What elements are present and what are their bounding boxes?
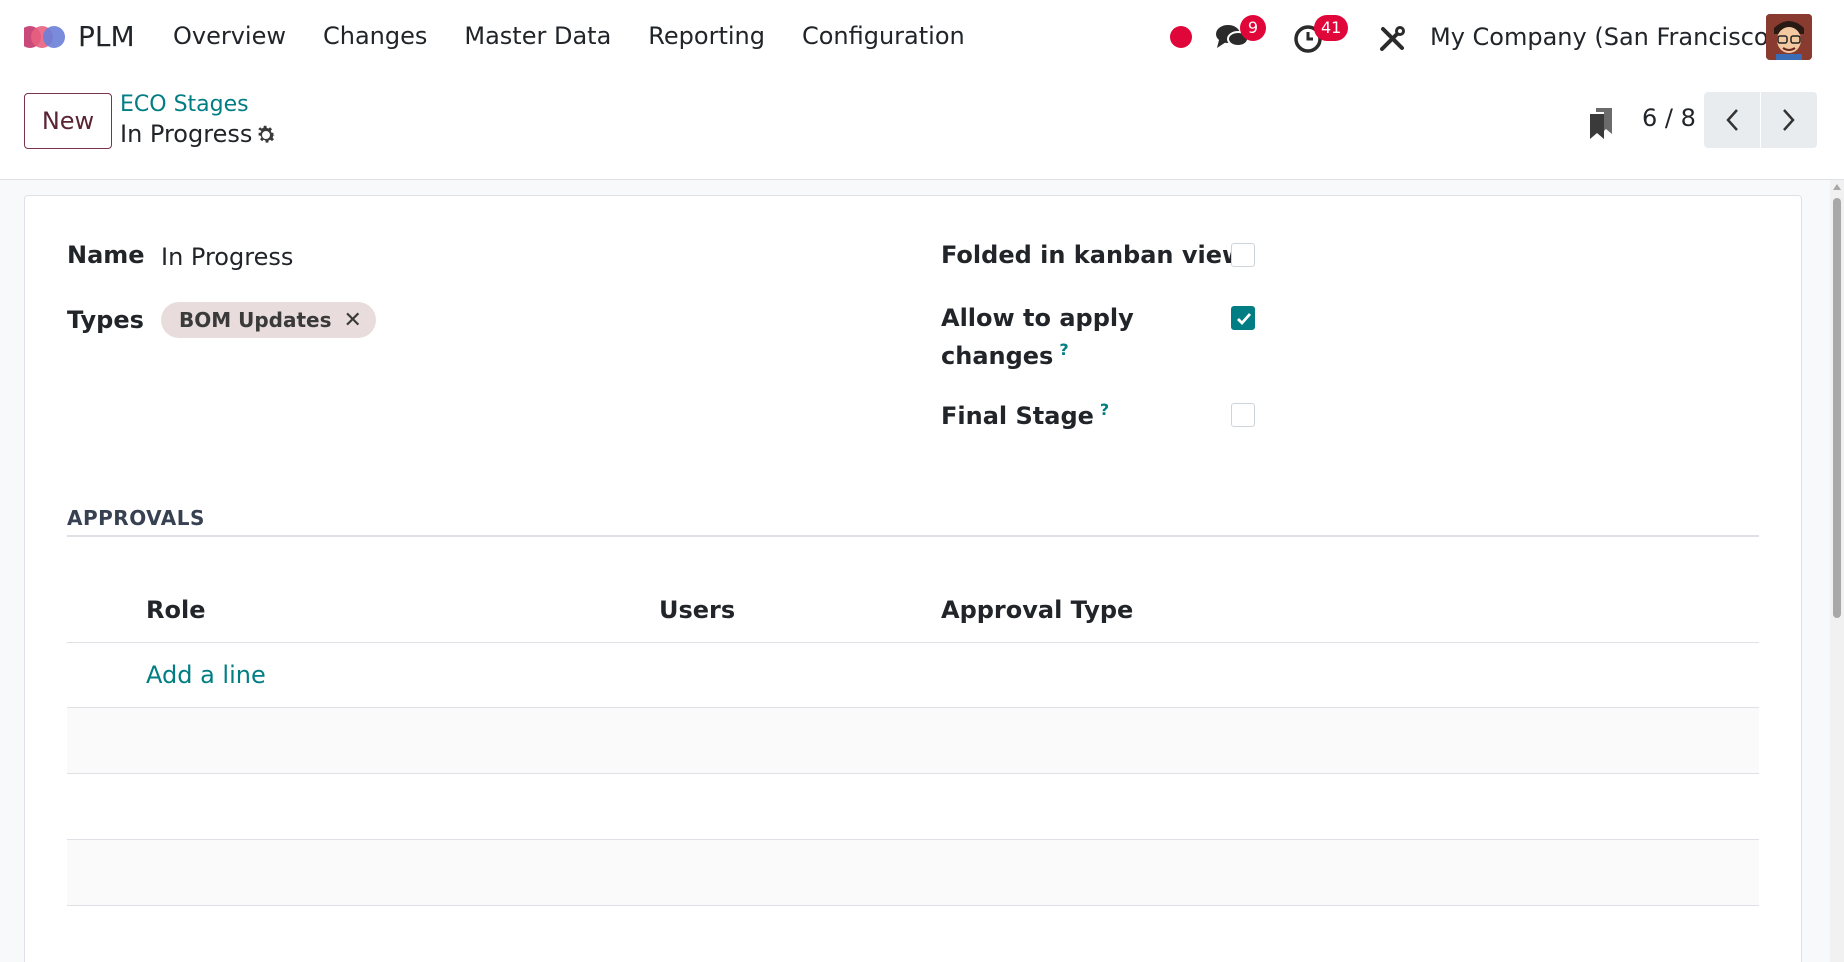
section-divider [67, 535, 1759, 537]
folded-checkbox[interactable] [1231, 243, 1255, 267]
messages-badge: 9 [1240, 15, 1266, 41]
allow-apply-label: Allow to apply [941, 304, 1134, 332]
empty-table-row [67, 708, 1759, 773]
final-stage-label-text: Final Stage [941, 402, 1094, 430]
menu-overview[interactable]: Overview [173, 22, 286, 50]
column-users[interactable]: Users [659, 596, 735, 624]
help-tooltip-icon[interactable]: ? [1100, 400, 1109, 419]
row-divider [67, 905, 1759, 906]
menu-master-data[interactable]: Master Data [464, 22, 611, 50]
activities-badge: 41 [1314, 15, 1349, 41]
add-a-line-link[interactable]: Add a line [146, 661, 266, 689]
pager-next-button[interactable] [1761, 92, 1817, 148]
menu-reporting[interactable]: Reporting [648, 22, 765, 50]
chevron-left-icon [1726, 109, 1738, 131]
chevron-right-icon [1783, 109, 1795, 131]
main-menu: Overview Changes Master Data Reporting C… [173, 22, 1002, 50]
breadcrumb-eco-stages[interactable]: ECO Stages [120, 92, 249, 117]
menu-changes[interactable]: Changes [323, 22, 427, 50]
approvals-section-title: APPROVALS [67, 506, 205, 530]
debug-tools-icon[interactable] [1377, 24, 1407, 54]
allow-apply-label-line1: Allow to apply [941, 304, 1134, 332]
name-field[interactable]: In Progress [161, 243, 293, 271]
top-navbar: PLM Overview Changes Master Data Reporti… [0, 0, 1844, 76]
table-header-divider [67, 642, 1759, 643]
remove-tag-icon[interactable]: ✕ [344, 308, 362, 333]
column-role[interactable]: Role [146, 596, 205, 624]
scroll-thumb[interactable] [1833, 198, 1841, 618]
gear-icon[interactable] [254, 123, 278, 147]
menu-configuration[interactable]: Configuration [802, 22, 965, 50]
recording-dot-icon[interactable] [1170, 26, 1192, 48]
type-tag-bom-updates[interactable]: BOM Updates ✕ [161, 302, 376, 338]
allow-apply-label-line2: changes [941, 342, 1054, 370]
control-panel: New ECO Stages In Progress 6 / 8 [0, 76, 1844, 180]
final-stage-checkbox[interactable] [1231, 403, 1255, 427]
type-tag-label: BOM Updates [179, 308, 332, 332]
company-switcher[interactable]: My Company (San Francisco) [1430, 23, 1778, 51]
empty-table-row [67, 840, 1759, 905]
app-name[interactable]: PLM [78, 20, 135, 53]
app-logo-icon[interactable] [18, 20, 66, 54]
breadcrumb-current: In Progress [120, 120, 253, 148]
empty-table-row [67, 774, 1759, 839]
new-button[interactable]: New [24, 93, 112, 149]
bookmark-icon[interactable] [1588, 106, 1614, 140]
scroll-up-arrow-icon[interactable] [1833, 184, 1841, 190]
types-label: Types [67, 306, 144, 334]
final-stage-label: Final Stage? [941, 400, 1109, 430]
allow-apply-label-cont: changes? [941, 340, 1069, 370]
user-avatar[interactable] [1766, 14, 1812, 60]
help-tooltip-icon[interactable]: ? [1059, 340, 1068, 359]
allow-apply-checkbox[interactable] [1231, 306, 1255, 330]
checkmark-icon [1237, 313, 1252, 326]
name-label: Name [67, 241, 145, 269]
pager-value[interactable]: 6 / 8 [1642, 104, 1696, 132]
folded-label: Folded in kanban view [941, 241, 1245, 269]
column-approval-type[interactable]: Approval Type [941, 596, 1133, 624]
pager-previous-button[interactable] [1704, 92, 1760, 148]
page-scrollbar[interactable] [1830, 180, 1844, 962]
